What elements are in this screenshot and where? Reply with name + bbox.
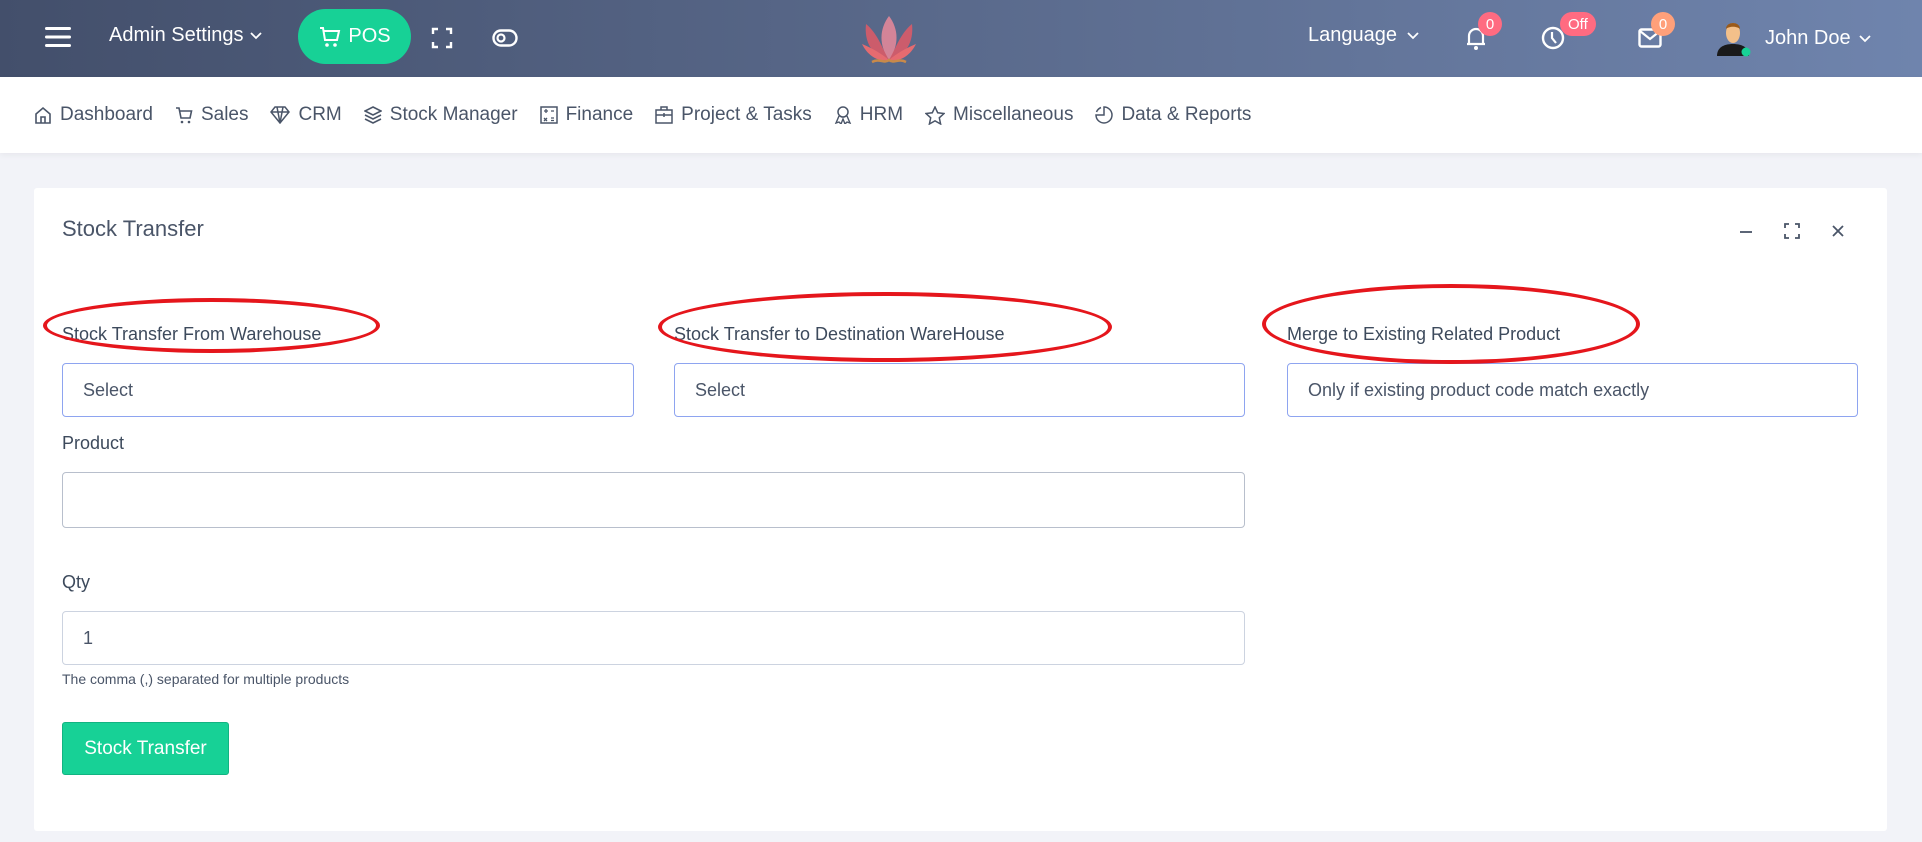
pos-label: POS (348, 25, 391, 47)
nav-item-finance[interactable]: Finance (539, 104, 634, 126)
expand-icon[interactable] (1784, 223, 1800, 239)
diamond-icon (270, 106, 291, 124)
nav-item-dashboard[interactable]: Dashboard (34, 104, 153, 126)
user-menu-dropdown[interactable]: John Doe (1765, 27, 1871, 50)
qty-input[interactable]: 1 (62, 611, 1245, 665)
close-icon[interactable] (1831, 224, 1845, 238)
clock-status-badge: Off (1560, 12, 1596, 36)
nav-item-stock-manager[interactable]: Stock Manager (363, 104, 518, 126)
cart-icon (320, 26, 341, 47)
pie-chart-icon (1095, 106, 1114, 124)
qty-help-text: The comma (,) separated for multiple pro… (62, 671, 350, 687)
language-dropdown[interactable]: Language (1308, 24, 1419, 47)
language-label: Language (1308, 24, 1397, 46)
minimize-icon[interactable] (1739, 230, 1753, 234)
nav-label: Dashboard (60, 104, 153, 125)
layers-icon (363, 106, 382, 124)
fullscreen-icon[interactable] (431, 27, 453, 49)
qty-label: Qty (62, 572, 91, 592)
from-warehouse-select[interactable]: Select (62, 363, 634, 417)
card-title: Stock Transfer (62, 216, 204, 241)
nav-label: Project & Tasks (681, 104, 812, 125)
main-nav: Dashboard Sales CRM Stock Manager Financ… (0, 77, 1922, 153)
nav-label: Finance (565, 104, 634, 125)
nav-label: Miscellaneous (953, 104, 1074, 125)
nav-item-data-reports[interactable]: Data & Reports (1095, 104, 1251, 126)
product-input[interactable] (62, 472, 1245, 528)
award-icon (834, 106, 851, 124)
destination-warehouse-select[interactable]: Select (674, 363, 1245, 417)
cart-icon (175, 107, 193, 124)
product-label: Product (62, 433, 125, 453)
chevron-down-icon (1858, 34, 1871, 42)
star-icon (925, 105, 946, 125)
merge-select[interactable]: Only if existing product code match exac… (1287, 363, 1858, 417)
messages-badge: 0 (1651, 12, 1675, 36)
home-icon (35, 106, 51, 124)
hamburger-menu-icon[interactable] (45, 26, 71, 48)
nav-item-crm[interactable]: CRM (270, 104, 342, 126)
briefcase-icon (655, 106, 673, 124)
stock-transfer-button[interactable]: Stock Transfer (62, 722, 229, 775)
notifications-badge: 0 (1478, 12, 1502, 36)
avatar[interactable] (1713, 18, 1753, 58)
top-header: Admin Settings POS Language 0 Off 0 John… (0, 0, 1922, 77)
calculator-icon (539, 106, 558, 124)
nav-label: CRM (298, 104, 342, 125)
admin-settings-label: Admin Settings (109, 24, 244, 46)
theme-toggle-icon[interactable] (492, 29, 518, 47)
nav-item-sales[interactable]: Sales (175, 104, 249, 126)
chevron-down-icon (1407, 31, 1419, 39)
nav-label: Data & Reports (1121, 104, 1252, 125)
annotation-ellipse (43, 298, 380, 353)
stock-transfer-card: Stock Transfer Stock Transfer From Wareh… (34, 188, 1887, 831)
nav-label: Sales (200, 104, 249, 125)
lotus-logo (858, 14, 920, 68)
nav-label: HRM (859, 104, 904, 125)
pos-button[interactable]: POS (298, 9, 411, 64)
annotation-ellipse (1262, 284, 1640, 364)
user-name: John Doe (1765, 27, 1851, 49)
nav-item-miscellaneous[interactable]: Miscellaneous (925, 104, 1073, 126)
annotation-ellipse (658, 292, 1112, 362)
admin-settings-dropdown[interactable]: Admin Settings (109, 24, 262, 47)
nav-item-project-tasks[interactable]: Project & Tasks (655, 104, 812, 126)
nav-label: Stock Manager (389, 104, 518, 125)
chevron-down-icon (249, 31, 262, 39)
nav-item-hrm[interactable]: HRM (834, 104, 903, 126)
